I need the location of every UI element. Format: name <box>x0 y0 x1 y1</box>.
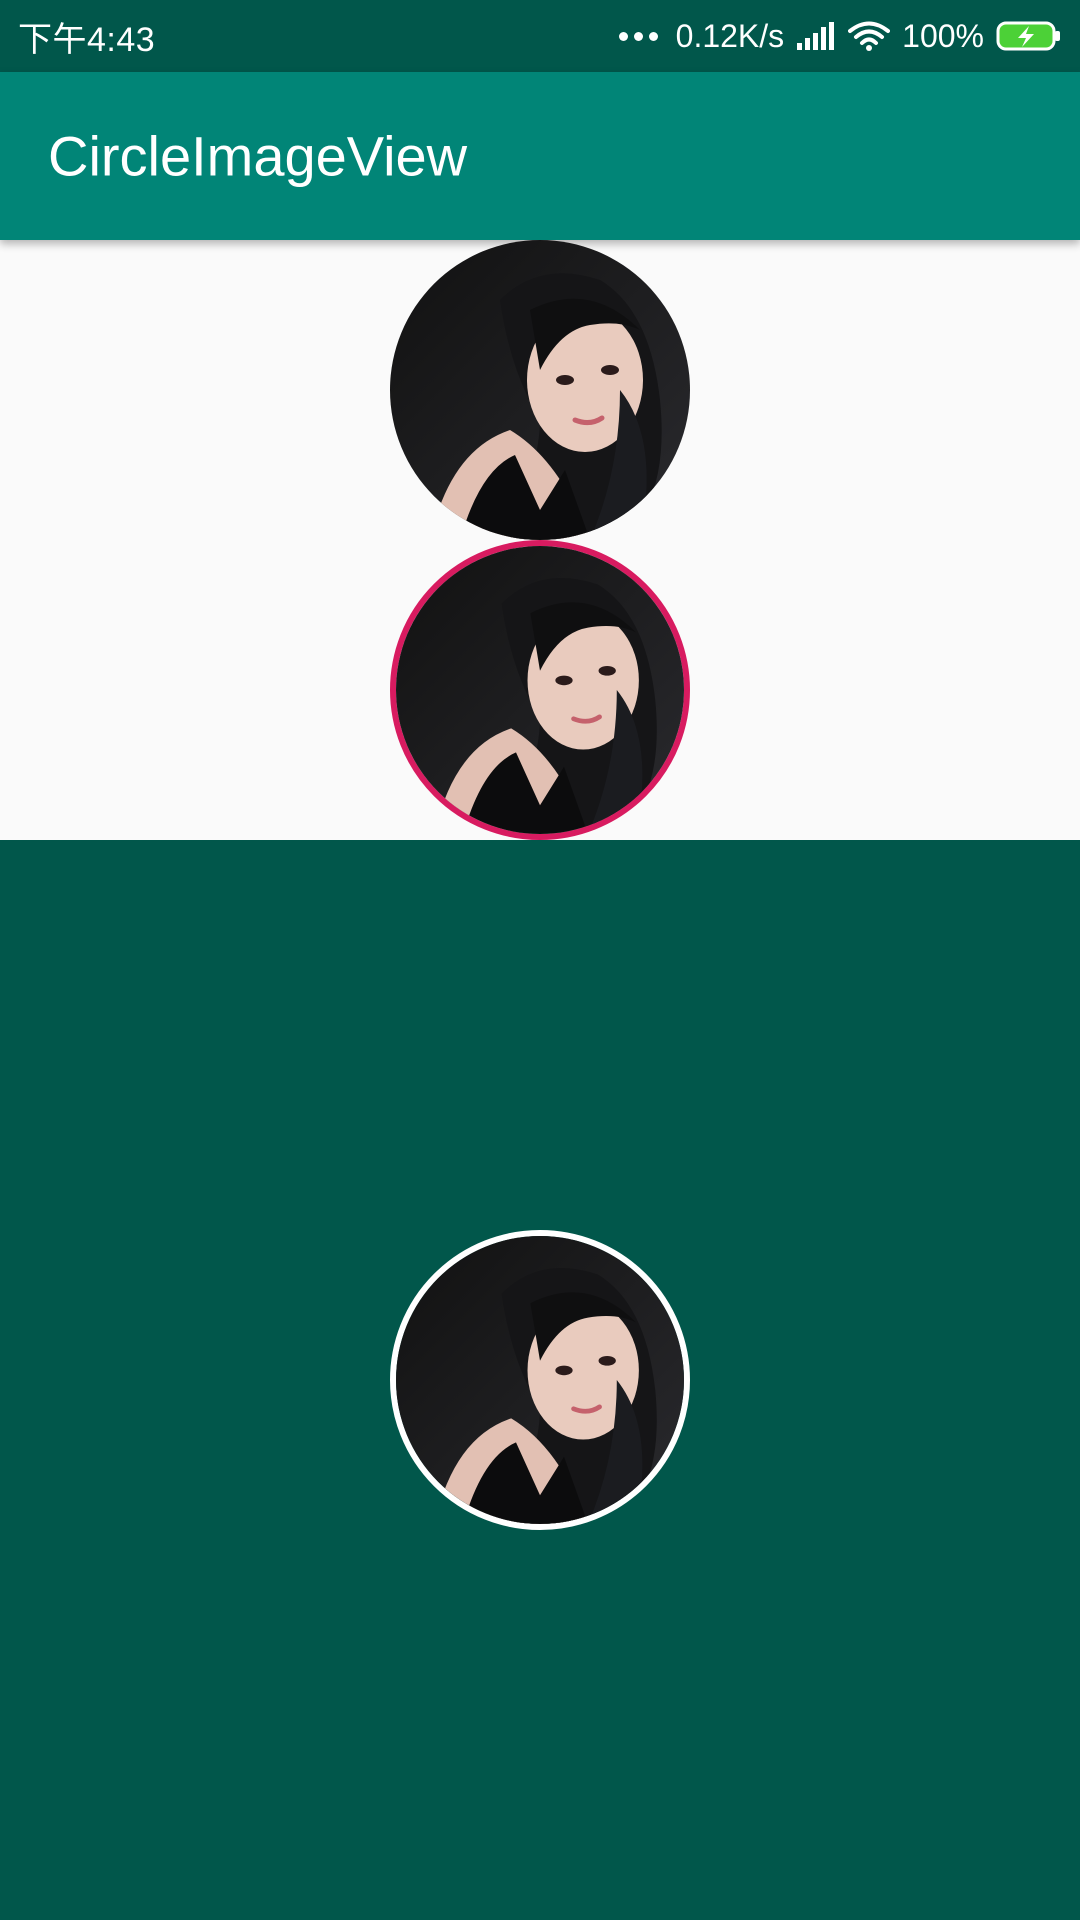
signal-icon <box>796 21 836 51</box>
battery-percent: 100% <box>902 17 984 54</box>
portrait-image <box>390 240 690 540</box>
app-title: CircleImageView <box>48 124 468 188</box>
app-bar: CircleImageView <box>0 72 1080 240</box>
battery-charging-icon <box>996 20 1062 52</box>
wifi-icon <box>848 20 891 52</box>
avatar-pink-border[interactable] <box>390 540 690 840</box>
avatar-white-border[interactable] <box>390 1230 690 1530</box>
portrait-image <box>396 546 684 834</box>
status-bar: 下午4:43 0.12K/s 100% <box>0 0 1080 72</box>
status-icons: 0.12K/s 100% <box>618 17 1062 55</box>
avatar-plain[interactable] <box>390 240 690 540</box>
status-time: 下午4:43 <box>18 20 156 59</box>
portrait-image <box>396 1236 684 1524</box>
network-speed: 0.12K/s <box>675 17 785 54</box>
more-dots-icon <box>618 31 658 41</box>
screen: 下午4:43 0.12K/s 100% CircleImageView <box>0 0 1080 1920</box>
